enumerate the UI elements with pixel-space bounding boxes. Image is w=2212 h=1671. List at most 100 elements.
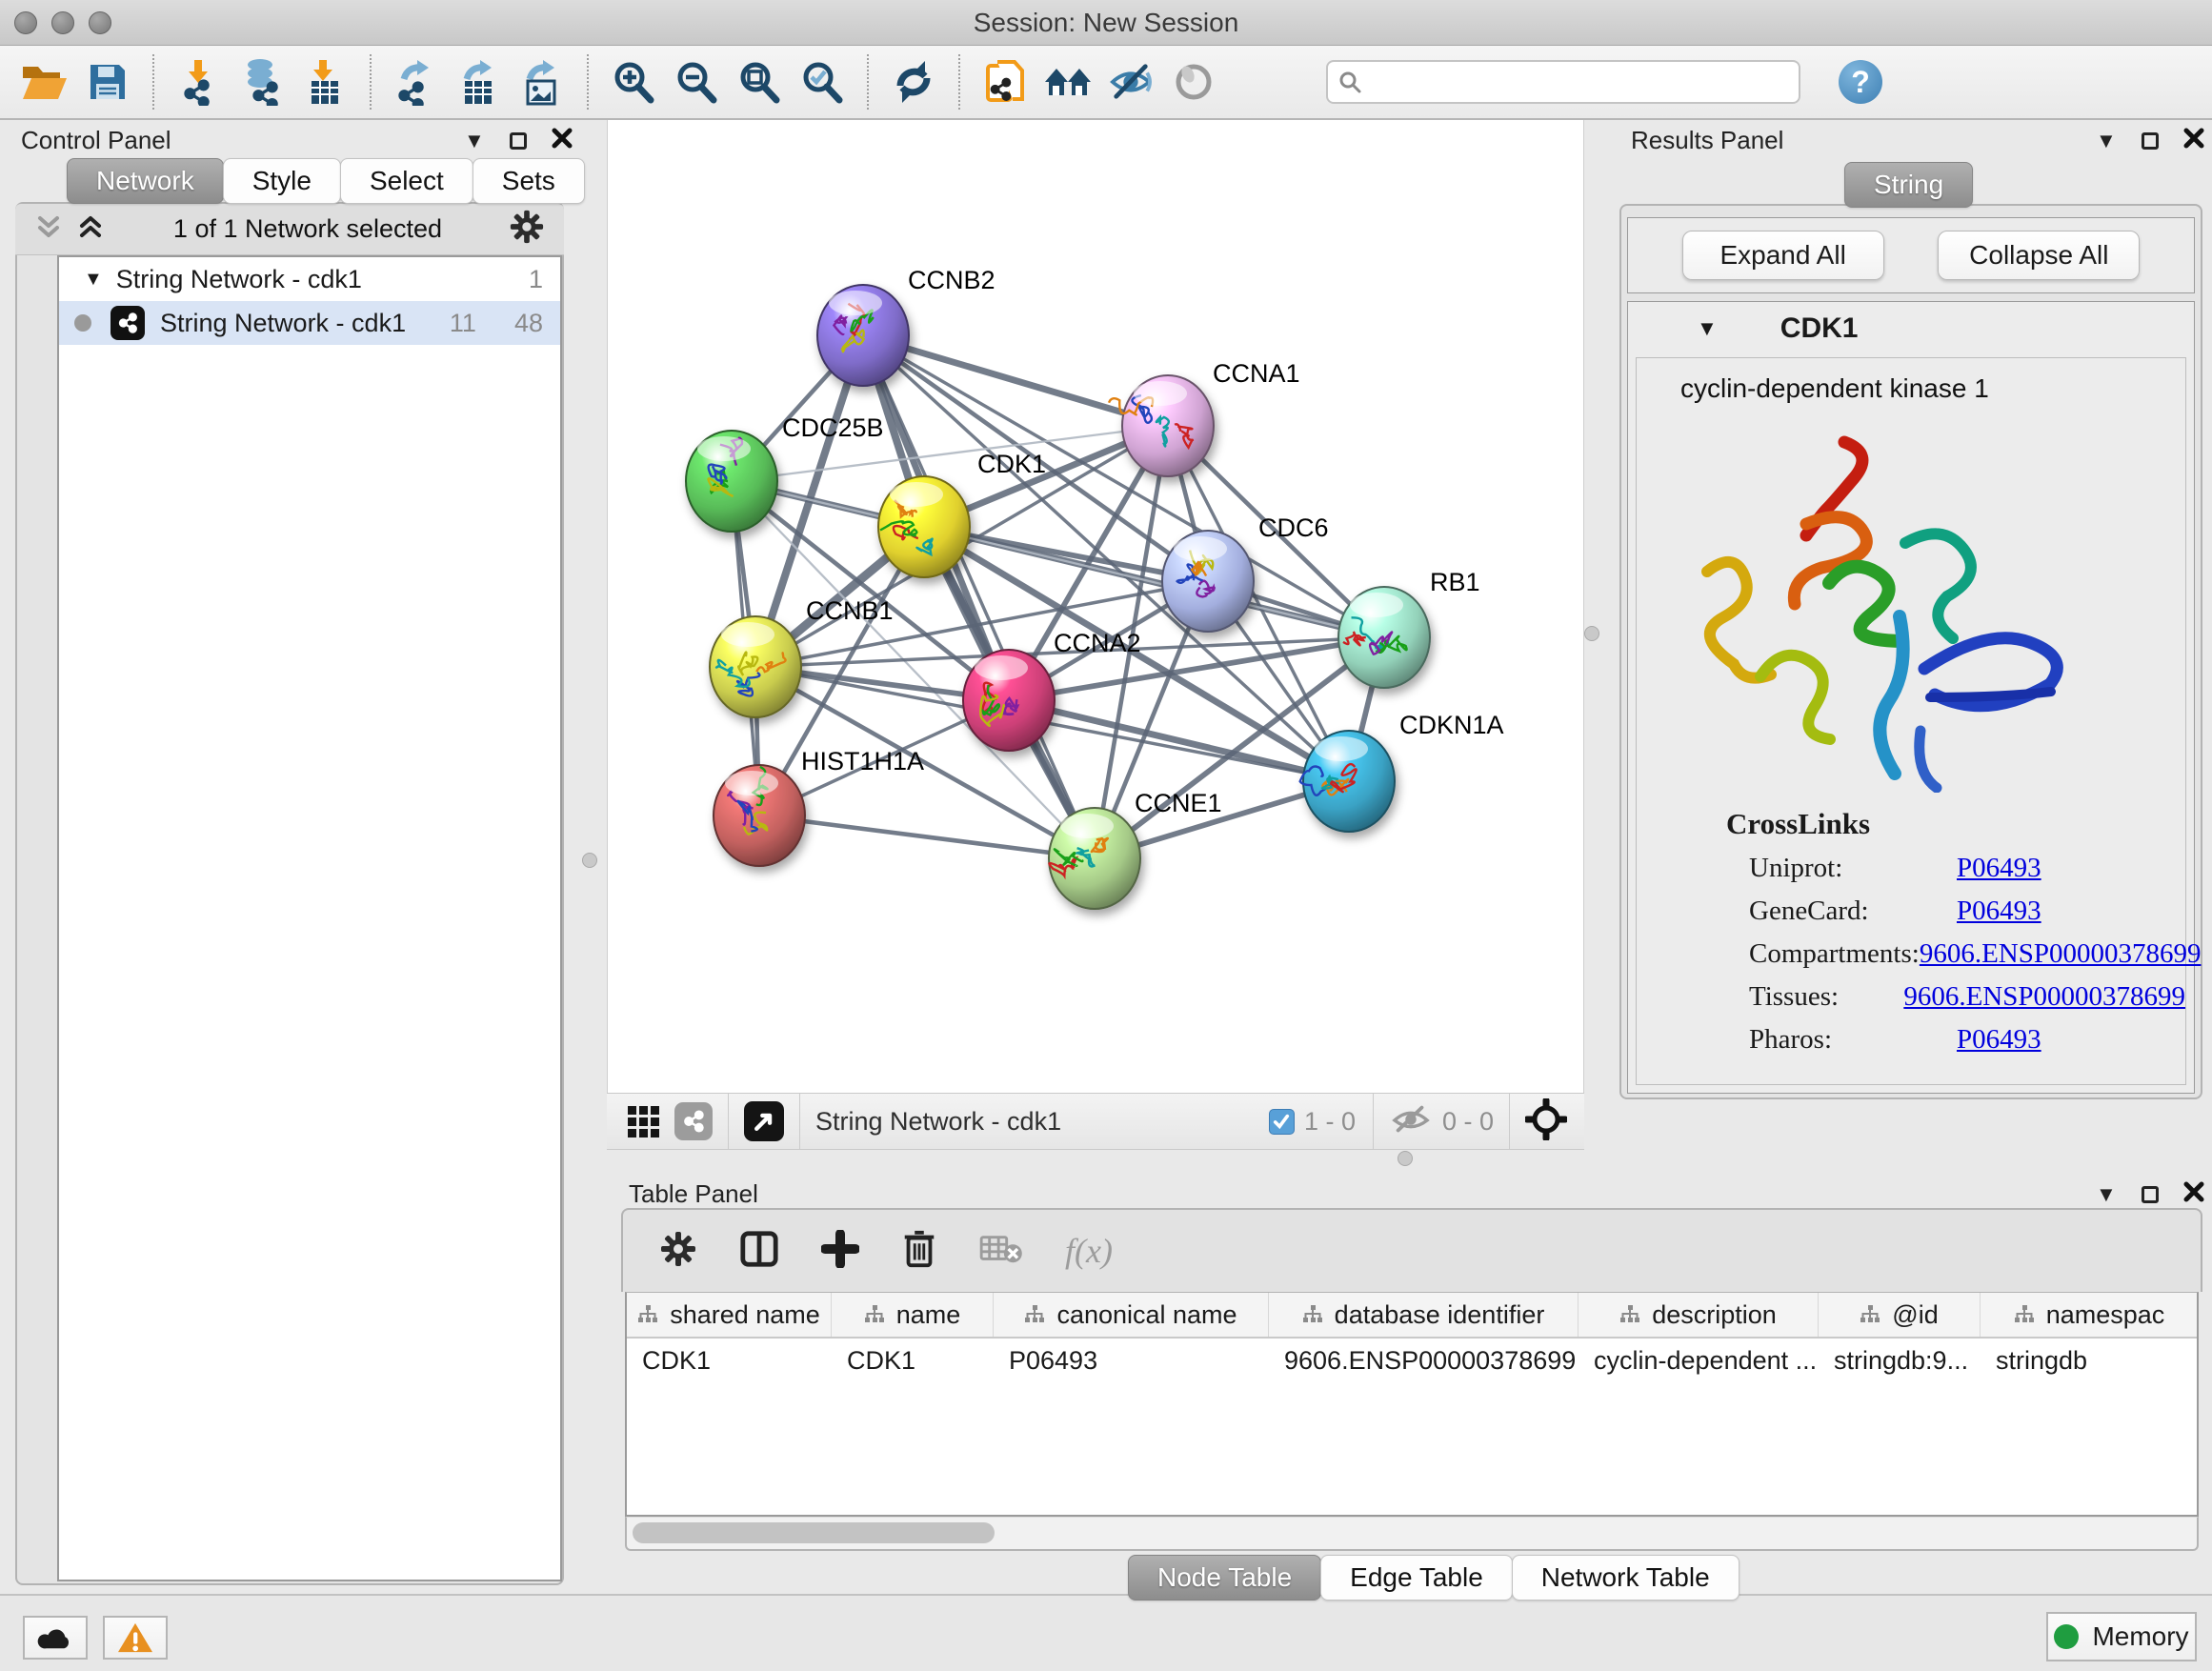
copy-document-icon[interactable] — [974, 51, 1036, 112]
panel-float-icon[interactable] — [2142, 1186, 2159, 1203]
export-network-icon[interactable] — [385, 51, 448, 112]
panel-close-icon[interactable] — [2183, 128, 2204, 153]
selected-checkbox[interactable] — [1269, 1109, 1295, 1135]
network-row[interactable]: String Network - cdk1 11 48 — [59, 301, 560, 345]
save-session-icon[interactable] — [76, 51, 139, 112]
protein-node-CDC25B[interactable]: CDC25B — [686, 413, 884, 532]
protein-node-CDKN1A[interactable]: CDKN1A — [1300, 711, 1504, 832]
column-header-description[interactable]: description — [1579, 1293, 1819, 1337]
view-grid-icon[interactable] — [628, 1106, 659, 1137]
table-cell[interactable]: stringdb:9... — [1819, 1346, 1981, 1376]
network-collection-row[interactable]: ▼ String Network - cdk1 1 — [59, 257, 560, 301]
table-header-row: shared namenamecanonical namedatabase id… — [627, 1293, 2197, 1339]
zoom-selected-icon[interactable] — [791, 51, 854, 112]
tab-network[interactable]: Network — [67, 158, 224, 204]
panel-menu-icon[interactable]: ▼ — [2096, 129, 2117, 153]
protein-node-HIST1H1A[interactable]: HIST1H1A — [714, 747, 924, 866]
expand-all-icon[interactable] — [74, 211, 107, 248]
collapse-all-button[interactable]: Collapse All — [1938, 231, 2140, 280]
node-label: CCNA2 — [1054, 629, 1141, 657]
column-type-icon — [2014, 1304, 2035, 1325]
table-horizontal-scrollbar[interactable] — [625, 1517, 2199, 1551]
left-splitter-grip[interactable] — [582, 853, 597, 868]
crosslink-link[interactable]: 9606.ENSP00000378699 — [1920, 938, 2202, 969]
column-header--id[interactable]: @id — [1819, 1293, 1981, 1337]
hide-selected-icon[interactable] — [1099, 51, 1162, 112]
network-canvas[interactable]: CCNB2CCNA1CDC25BCDK1CDC6RB1CCNB1CCNA2CDK… — [607, 120, 1584, 1093]
export-table-icon[interactable] — [448, 51, 511, 112]
column-header-database-identifier[interactable]: database identifier — [1269, 1293, 1579, 1337]
crosslink-link[interactable]: 9606.ENSP00000378699 — [1903, 981, 2185, 1012]
crosslink-link[interactable]: P06493 — [1957, 853, 2041, 883]
refresh-icon[interactable] — [882, 51, 945, 112]
search-box[interactable] — [1326, 60, 1800, 104]
tab-network-table[interactable]: Network Table — [1512, 1555, 1739, 1601]
column-header-canonical-name[interactable]: canonical name — [994, 1293, 1269, 1337]
table-gear-icon[interactable] — [659, 1230, 697, 1273]
crosslink-link[interactable]: P06493 — [1957, 1024, 2041, 1055]
import-network-icon[interactable] — [168, 51, 231, 112]
options-gear-icon[interactable] — [509, 209, 545, 250]
column-header-shared-name[interactable]: shared name — [627, 1293, 832, 1337]
table-panel-header-icons: ▼ — [2096, 1181, 2204, 1207]
tab-sets[interactable]: Sets — [473, 158, 585, 204]
open-session-icon[interactable] — [13, 51, 76, 112]
entry-collapse-icon[interactable]: ▼ — [1697, 316, 1718, 341]
import-table-icon[interactable] — [293, 51, 356, 112]
search-input[interactable] — [1362, 68, 1762, 97]
tree-expander-icon[interactable]: ▼ — [84, 269, 103, 291]
table-cell[interactable]: CDK1 — [627, 1346, 832, 1376]
collapse-all-icon[interactable] — [32, 211, 65, 248]
table-row[interactable]: CDK1CDK1P064939606.ENSP00000378699cyclin… — [627, 1339, 2197, 1382]
tab-edge-table[interactable]: Edge Table — [1320, 1555, 1513, 1601]
string-view-icon[interactable] — [674, 1102, 713, 1140]
zoom-fit-icon[interactable] — [728, 51, 791, 112]
tab-style[interactable]: Style — [223, 158, 341, 204]
right-splitter-grip[interactable] — [1584, 626, 1599, 641]
import-database-icon[interactable] — [231, 51, 293, 112]
protein-node-RB1[interactable]: RB1 — [1338, 568, 1480, 688]
node-label: CCNE1 — [1135, 789, 1222, 817]
panel-menu-icon[interactable]: ▼ — [464, 129, 485, 153]
panel-close-icon[interactable] — [552, 128, 573, 153]
zoom-in-icon[interactable] — [602, 51, 665, 112]
column-type-icon — [1860, 1304, 1880, 1325]
bottom-splitter-grip[interactable] — [1398, 1151, 1413, 1166]
show-columns-icon[interactable] — [739, 1229, 779, 1274]
entry-header[interactable]: ▼ CDK1 — [1628, 302, 2194, 355]
panel-float-icon[interactable] — [510, 132, 527, 150]
expand-all-button[interactable]: Expand All — [1682, 231, 1884, 280]
warning-button[interactable] — [103, 1616, 168, 1660]
panel-close-icon[interactable] — [2183, 1181, 2204, 1207]
protein-node-CCNE1[interactable]: CCNE1 — [1049, 789, 1222, 909]
tab-node-table[interactable]: Node Table — [1128, 1555, 1321, 1601]
node-table[interactable]: shared namenamecanonical namedatabase id… — [625, 1292, 2199, 1517]
cloud-button[interactable] — [23, 1616, 88, 1660]
table-cell[interactable]: cyclin-dependent ... — [1579, 1346, 1819, 1376]
crosshair-icon[interactable] — [1525, 1098, 1567, 1145]
tab-string[interactable]: String — [1844, 162, 1973, 208]
table-cell[interactable]: P06493 — [994, 1346, 1269, 1376]
help-button[interactable]: ? — [1839, 60, 1882, 104]
tab-select[interactable]: Select — [340, 158, 473, 204]
entry-content: cyclin-dependent kinase 1 CrossLinks Uni… — [1636, 357, 2186, 1085]
crosslink-label: Uniprot: — [1749, 853, 1957, 884]
edge-count: 48 — [514, 309, 543, 338]
delete-column-icon[interactable] — [901, 1229, 937, 1274]
column-header-namespac[interactable]: namespac — [1981, 1293, 2199, 1337]
crosslink-link[interactable]: P06493 — [1957, 896, 2041, 926]
show-hidden-icon[interactable] — [1162, 51, 1225, 112]
export-image-icon[interactable] — [511, 51, 573, 112]
zoom-out-icon[interactable] — [665, 51, 728, 112]
scrollbar-thumb[interactable] — [633, 1522, 995, 1543]
table-cell[interactable]: 9606.ENSP00000378699 — [1269, 1346, 1579, 1376]
column-header-name[interactable]: name — [832, 1293, 994, 1337]
table-cell[interactable]: CDK1 — [832, 1346, 994, 1376]
birds-eye-view-icon[interactable] — [744, 1101, 784, 1141]
add-column-icon[interactable] — [821, 1230, 859, 1273]
panel-menu-icon[interactable]: ▼ — [2096, 1182, 2117, 1207]
table-cell[interactable]: stringdb — [1981, 1346, 2199, 1376]
first-neighbors-icon[interactable] — [1036, 51, 1099, 112]
panel-float-icon[interactable] — [2142, 132, 2159, 150]
memory-button[interactable]: Memory — [2046, 1612, 2197, 1661]
